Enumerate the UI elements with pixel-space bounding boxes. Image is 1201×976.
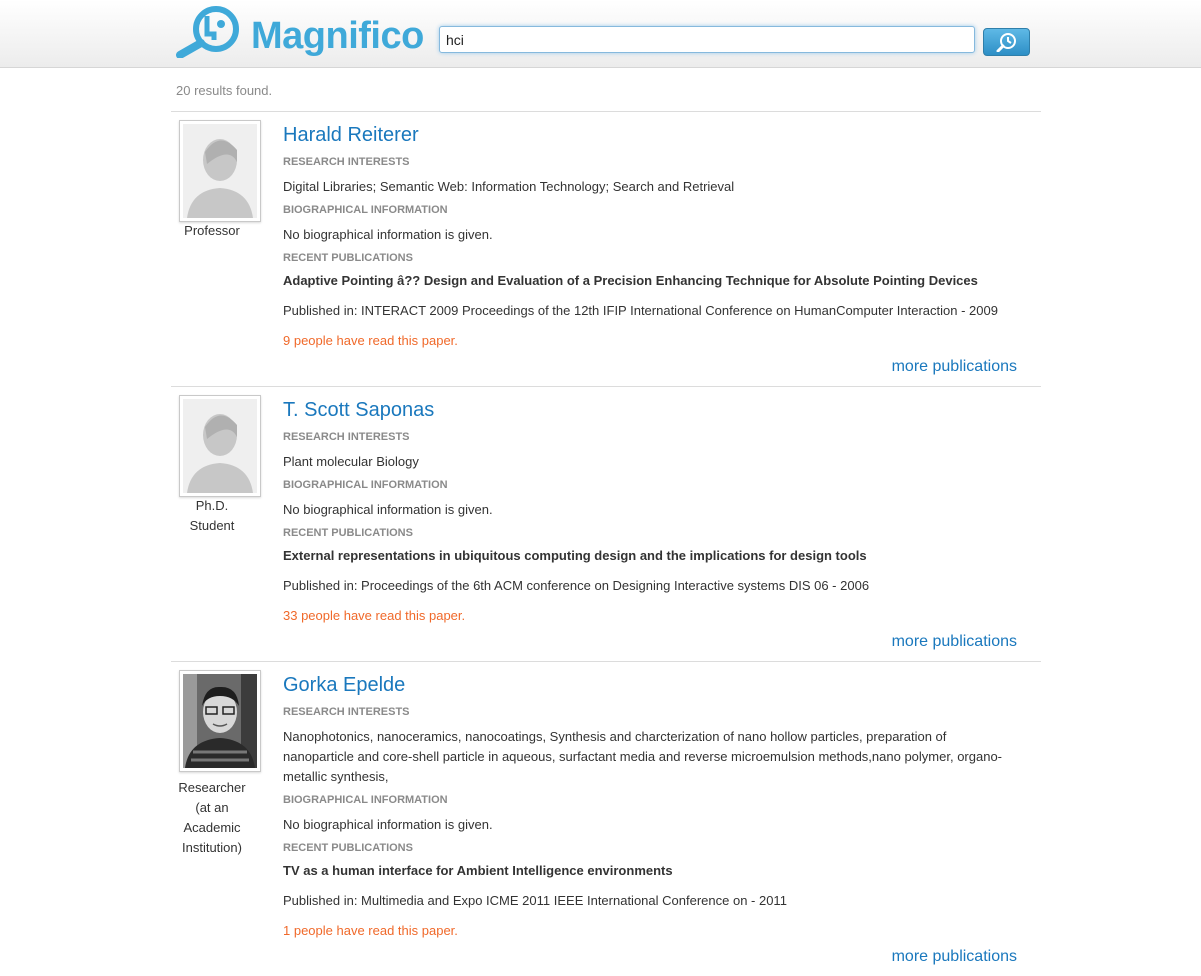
result-info: Gorka Epelde RESEARCH INTERESTS Nanophot… [283,673,1013,939]
research-interests-label: RESEARCH INTERESTS [283,156,410,168]
bio-text: No biographical information is given. [283,502,493,517]
result-info: Harald Reiterer RESEARCH INTERESTS Digit… [283,123,1013,349]
profile-photo-placeholder[interactable] [179,120,261,222]
research-interests-text: Plant molecular Biology [283,454,419,469]
readers-count: 9 people have read this paper. [283,333,458,348]
results-count: 20 results found. [176,83,273,98]
biographical-information-label: BIOGRAPHICAL INFORMATION [283,204,448,216]
research-interests-label: RESEARCH INTERESTS [283,431,410,443]
biographical-information-label: BIOGRAPHICAL INFORMATION [283,479,448,491]
publication-venue: Published in: INTERACT 2009 Proceedings … [283,303,998,318]
research-interests-text: Digital Libraries; Semantic Web: Informa… [283,179,735,194]
more-publications-link[interactable]: more publications [892,948,1017,966]
researcher-name-link[interactable]: Gorka Epelde [283,673,1013,697]
result-card: Researcher (at an Academic Institution) … [171,661,1041,976]
role-label: Ph.D. Student [189,498,235,533]
role-label: Professor [184,223,240,238]
result-info: T. Scott Saponas RESEARCH INTERESTS Plan… [283,398,1013,624]
profile-photo[interactable] [179,670,261,772]
more-publications-link[interactable]: more publications [892,633,1017,651]
more-publications-link[interactable]: more publications [892,358,1017,376]
recent-publications-label: RECENT PUBLICATIONS [283,252,413,264]
publication-title[interactable]: Adaptive Pointing â?? Design and Evaluat… [283,273,1013,289]
biographical-information-label: BIOGRAPHICAL INFORMATION [283,794,448,806]
person-silhouette-icon [183,124,257,218]
profile-photo-placeholder[interactable] [179,395,261,497]
top-bar: Magnifico [0,0,1201,68]
role-label: Researcher (at an Academic Institution) [178,780,246,855]
publication-venue: Published in: Proceedings of the 6th ACM… [283,578,870,593]
recent-publications-label: RECENT PUBLICATIONS [283,527,413,539]
search-clock-icon [996,33,1016,52]
result-card: Ph.D. Student T. Scott Saponas RESEARCH … [171,386,1041,661]
brand-name[interactable]: Magnifico [251,14,424,58]
bio-text: No biographical information is given. [283,817,493,832]
search-button[interactable] [983,28,1030,56]
bio-text: No biographical information is given. [283,227,493,242]
person-photo-image [183,674,257,768]
readers-count: 33 people have read this paper. [283,608,466,623]
researcher-name-link[interactable]: Harald Reiterer [283,123,1013,147]
research-interests-text: Nanophotonics, nanoceramics, nanocoating… [283,729,1003,784]
research-interests-label: RESEARCH INTERESTS [283,706,410,718]
readers-count: 1 people have read this paper. [283,923,458,938]
publication-title[interactable]: External representations in ubiquitous c… [283,548,1013,564]
publication-title[interactable]: TV as a human interface for Ambient Inte… [283,863,1013,879]
search-input[interactable] [439,26,975,53]
researcher-name-link[interactable]: T. Scott Saponas [283,398,1013,422]
result-card: Professor Harald Reiterer RESEARCH INTER… [171,111,1041,386]
magnifier-logo-icon[interactable] [174,4,246,58]
person-silhouette-icon [183,399,257,493]
publication-venue: Published in: Multimedia and Expo ICME 2… [283,893,787,908]
recent-publications-label: RECENT PUBLICATIONS [283,842,413,854]
